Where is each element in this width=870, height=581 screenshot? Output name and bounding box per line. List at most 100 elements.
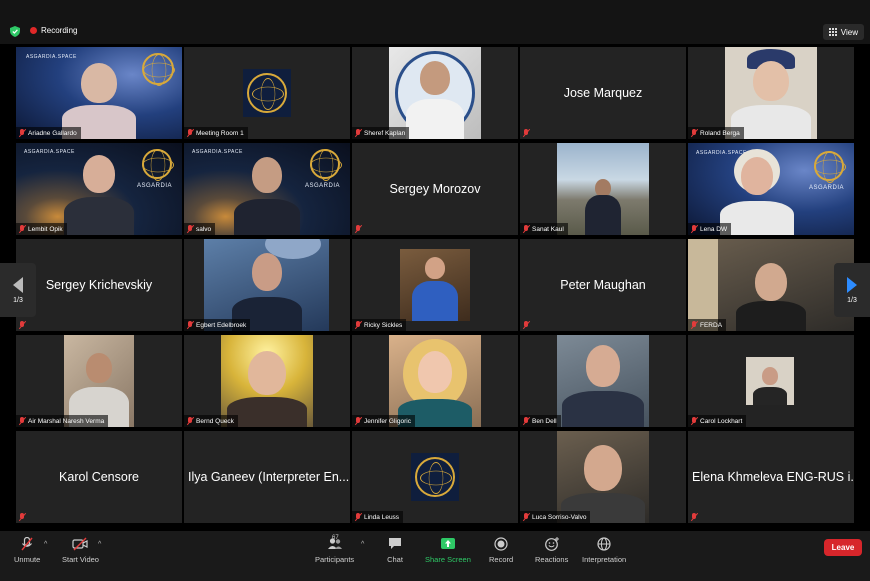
muted-mic-icon — [355, 225, 361, 233]
muted-mic-icon — [19, 513, 25, 521]
video-tile-off[interactable]: Elena Khmeleva ENG-RUS i... — [688, 431, 854, 523]
video-feed — [746, 357, 794, 405]
participant-name: Ricky Sickles — [364, 321, 403, 329]
asgardia-emblem-icon — [814, 151, 844, 181]
video-tile-off[interactable]: Peter Maughan — [520, 239, 686, 331]
participants-options-caret-icon[interactable]: ^ — [361, 541, 364, 548]
asgardia-space-text: ASGARDIA.SPACE — [192, 149, 243, 155]
chat-bubble-icon — [389, 538, 401, 549]
participant-body — [406, 99, 464, 139]
asgardia-text: ASGARDIA — [304, 183, 340, 189]
participant-head — [418, 351, 452, 393]
participant-name-tag: Lena DW — [688, 223, 732, 235]
participant-body — [412, 281, 458, 321]
page-indicator: 1/3 — [13, 296, 23, 304]
share-screen-button[interactable]: Share Screen — [425, 537, 471, 564]
audio-options-caret-icon[interactable]: ^ — [44, 541, 47, 548]
participant-name: Lembit Opik — [28, 225, 63, 233]
video-tile[interactable]: Roland Berga — [688, 47, 854, 139]
video-tile-off[interactable]: Ilya Ganeev (Interpreter En... — [184, 431, 350, 523]
participant-name-tag: Linda Leuss — [352, 511, 404, 523]
video-feed — [389, 47, 481, 139]
video-feed — [688, 239, 854, 331]
video-tile[interactable]: Meeting Room 1 — [184, 47, 350, 139]
encryption-shield-icon[interactable] — [10, 26, 20, 37]
video-tile[interactable]: ASGARDIA.SPACE Ariadne Gallardo — [16, 47, 182, 139]
video-feed — [64, 335, 134, 427]
previous-page-button[interactable]: 1/3 — [0, 263, 36, 317]
video-options-caret-icon[interactable]: ^ — [98, 541, 101, 548]
next-page-button[interactable]: 1/3 — [834, 263, 870, 317]
interpretation-button[interactable]: Interpretation — [582, 537, 626, 564]
video-tile[interactable]: Jennifer Gligoric — [352, 335, 518, 427]
participant-name: Carol Lockhart — [700, 417, 743, 425]
participant-name: Air Marshal Naresh Verma — [28, 417, 105, 425]
participant-head — [420, 61, 450, 95]
video-tile[interactable]: Luca Sorriso-Valvo — [520, 431, 686, 523]
muted-mic-icon — [19, 129, 25, 137]
video-feed: ASGARDIA.SPACE ASGARDIA — [688, 143, 854, 235]
participant-name: Egbert Edelbroek — [196, 321, 247, 329]
record-button[interactable]: Record — [489, 537, 513, 564]
video-feed — [725, 47, 817, 139]
participant-head — [762, 367, 778, 385]
reactions-button[interactable]: Reactions — [535, 537, 568, 564]
muted-mic-icon — [691, 417, 697, 425]
chat-button[interactable]: Chat — [387, 537, 403, 564]
muted-mic-icon — [355, 129, 361, 137]
muted-mic-icon — [691, 225, 697, 233]
video-tile[interactable]: Sheref Kaplan — [352, 47, 518, 139]
view-button[interactable]: View — [822, 24, 864, 40]
participant-name-tag: Roland Berga — [688, 127, 744, 139]
participant-display-name: Ilya Ganeev (Interpreter En... — [188, 470, 350, 484]
video-feed — [557, 431, 649, 523]
unmute-button[interactable]: Unmute — [14, 537, 40, 564]
view-label: View — [840, 27, 858, 37]
video-tile[interactable]: Sanat Kaul — [520, 143, 686, 235]
video-tile[interactable]: ASGARDIA.SPACE ASGARDIA Lembit Opik — [16, 143, 182, 235]
participant-name-tag: Egbert Edelbroek — [184, 319, 251, 331]
asgardia-emblem-icon — [142, 149, 172, 179]
participant-display-name: Karol Censore — [59, 470, 139, 484]
video-feed — [204, 239, 329, 331]
participants-button[interactable]: 67 Participants — [315, 535, 354, 564]
video-tile[interactable]: Ricky Sickles — [352, 239, 518, 331]
video-tile-off[interactable]: Sergey Krichevskiy — [16, 239, 182, 331]
recording-indicator[interactable]: Recording — [30, 26, 77, 35]
reactions-smiley-icon — [544, 537, 559, 551]
video-feed: ASGARDIA.SPACE ASGARDIA — [184, 143, 350, 235]
video-tile-off[interactable]: Karol Censore — [16, 431, 182, 523]
participant-head — [586, 345, 620, 387]
asgardia-emblem-icon — [247, 73, 287, 113]
unmute-label: Unmute — [14, 555, 41, 564]
leave-button[interactable]: Leave — [824, 539, 862, 556]
video-tile[interactable]: Air Marshal Naresh Verma — [16, 335, 182, 427]
participant-name: Ariadne Gallardo — [28, 129, 77, 137]
muted-mic-icon — [523, 129, 529, 137]
participant-name-tag: FERDA — [688, 319, 727, 331]
video-tile[interactable]: Carol Lockhart — [688, 335, 854, 427]
participant-name-tag: Air Marshal Naresh Verma — [16, 415, 109, 427]
video-tile[interactable]: Ben Dell — [520, 335, 686, 427]
video-feed — [557, 335, 649, 427]
video-tile-off[interactable]: Jose Marquez — [520, 47, 686, 139]
muted-mic-icon — [523, 321, 529, 329]
video-tile-off[interactable]: Sergey Morozov — [352, 143, 518, 235]
video-tile[interactable]: Linda Leuss — [352, 431, 518, 523]
muted-microphone-icon — [21, 537, 33, 551]
recording-dot-icon — [30, 27, 37, 34]
video-feed: ASGARDIA.SPACE ASGARDIA — [16, 143, 182, 235]
participant-head — [248, 351, 286, 395]
video-tile[interactable]: Bernd Queck — [184, 335, 350, 427]
video-tile[interactable]: FERDA — [688, 239, 854, 331]
asgardia-logo-image — [243, 69, 291, 117]
record-label: Record — [489, 555, 514, 564]
muted-mic-icon — [355, 417, 361, 425]
participant-count: 67 — [332, 535, 339, 541]
start-video-button[interactable]: Start Video — [62, 537, 99, 564]
participant-name-tag: Jennifer Gligoric — [352, 415, 415, 427]
video-tile[interactable]: ASGARDIA.SPACE ASGARDIA salvo — [184, 143, 350, 235]
participant-name: Jennifer Gligoric — [364, 417, 411, 425]
video-tile[interactable]: Egbert Edelbroek — [184, 239, 350, 331]
video-tile-active-speaker[interactable]: ASGARDIA.SPACE ASGARDIA Lena DW — [688, 143, 854, 235]
